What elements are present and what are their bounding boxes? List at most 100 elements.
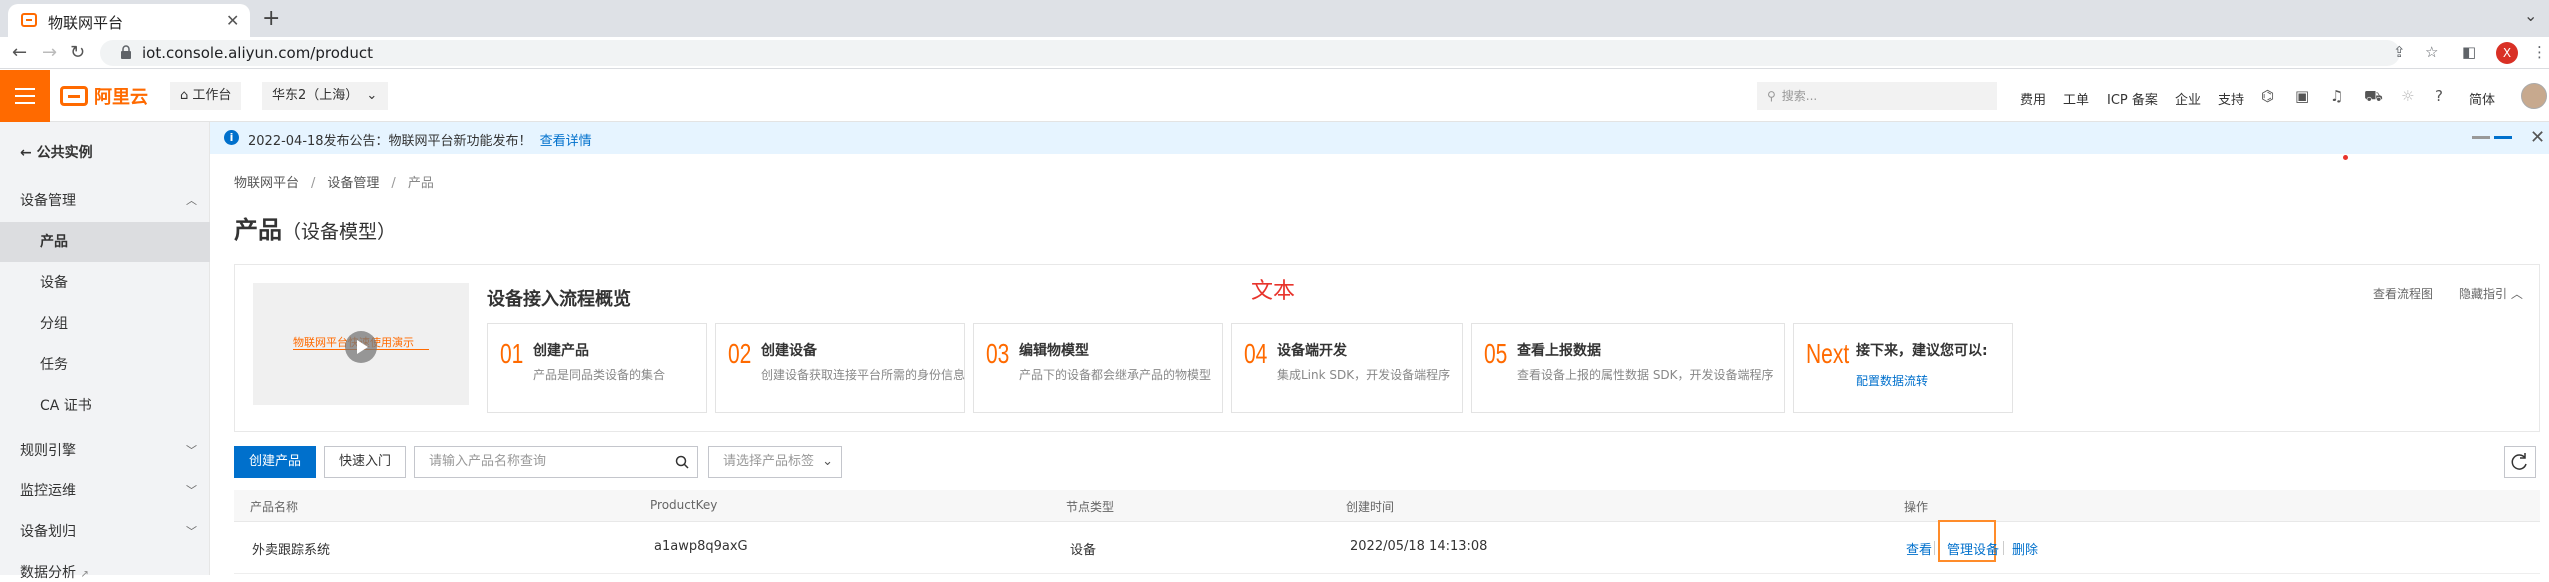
manage-devices-action-link[interactable]: 管理设备 — [1947, 539, 1999, 558]
refresh-icon — [2511, 453, 2527, 470]
chevron-up-icon[interactable]: ︿ — [186, 192, 197, 208]
product-search-input[interactable]: 请输入产品名称查询 — [414, 446, 698, 478]
code-icon[interactable]: ⌬ — [2261, 87, 2274, 105]
sidebar-group-rules[interactable]: 规则引擎 — [20, 440, 76, 460]
announcement-link[interactable]: 查看详情 — [540, 134, 592, 149]
cell-created: 2022/05/18 14:13:08 — [1350, 539, 1488, 554]
sidebar-item-ca-cert[interactable]: CA 证书 — [0, 386, 210, 426]
help-icon[interactable]: ? — [2435, 87, 2443, 105]
lock-icon — [121, 45, 131, 59]
quick-start-button[interactable]: 快速入门 — [324, 446, 406, 478]
browser-tab-bar: 物联网平台 ✕ + ⌄ — [0, 0, 2549, 37]
flow-title: 设备接入流程概览 — [487, 289, 631, 310]
link-icp[interactable]: ICP 备案 — [2107, 89, 2158, 108]
aliyun-logo[interactable]: 阿里云 — [60, 84, 148, 108]
refresh-button[interactable] — [2504, 446, 2536, 478]
demo-video[interactable]: 物联网平台快速使用演示 — [253, 283, 469, 405]
step-view-data[interactable]: 05 查看上报数据 查看设备上报的属性数据 SDK，开发设备端程序 — [1471, 323, 1785, 413]
chevron-down-icon: ⌄ — [822, 454, 833, 469]
breadcrumb-iot[interactable]: 物联网平台 — [234, 176, 299, 191]
access-flow-panel: 物联网平台快速使用演示 设备接入流程概览 文本 查看流程图 隐藏指引 ︿ 01 … — [234, 264, 2540, 432]
sidepanel-icon[interactable]: ◧ — [2462, 43, 2476, 61]
sidebar-item-task[interactable]: 任务 — [0, 345, 210, 385]
workbench-button[interactable]: ⌂ 工作台 — [170, 82, 242, 110]
browser-menu-icon[interactable]: ⋮ — [2532, 43, 2547, 61]
url-text: iot.console.aliyun.com/product — [142, 44, 374, 62]
aliyun-favicon-icon — [21, 13, 37, 27]
cell-product-name: 外卖跟踪系统 — [252, 543, 331, 558]
back-arrow-icon: ← — [20, 145, 32, 161]
config-data-flow-link[interactable]: 配置数据流转 — [1856, 372, 1928, 389]
product-tag-select[interactable]: 请选择产品标签 ⌄ — [708, 446, 842, 478]
browser-tab[interactable]: 物联网平台 ✕ — [8, 4, 250, 37]
cell-product-key: a1awp8q9axG — [654, 539, 748, 554]
banner-next-indicator[interactable] — [2494, 136, 2512, 139]
link-enterprise[interactable]: 企业 — [2175, 89, 2201, 108]
sidebar-group-device-mgmt[interactable]: 设备管理 — [20, 190, 76, 210]
banner-prev-indicator[interactable] — [2472, 136, 2490, 139]
search-icon[interactable] — [675, 455, 689, 469]
col-product-key: ProductKey — [650, 498, 718, 512]
close-icon[interactable]: ✕ — [2530, 127, 2545, 148]
step-create-product[interactable]: 01 创建产品 产品是同品类设备的集合 — [487, 323, 707, 413]
col-created: 创建时间 — [1346, 500, 1395, 514]
sidebar-item-data-analysis[interactable]: 数据分析 ↗ — [20, 562, 89, 582]
chevron-up-icon: ︿ — [2510, 287, 2523, 301]
col-node-type: 节点类型 — [1066, 500, 1115, 514]
terminal-icon[interactable]: ▣ — [2295, 87, 2309, 105]
search-icon: ⚲ — [1767, 89, 1776, 103]
back-public-instance[interactable]: ← 公共实例 — [20, 142, 93, 162]
bookmark-star-icon[interactable]: ☆ — [2425, 43, 2438, 61]
play-icon[interactable] — [345, 331, 377, 363]
link-ticket[interactable]: 工单 — [2063, 89, 2089, 108]
cell-node-type: 设备 — [1070, 543, 1097, 558]
sidebar-item-group[interactable]: 分组 — [0, 304, 210, 344]
lightbulb-icon[interactable]: ☼ — [2401, 87, 2414, 105]
hide-guide-link[interactable]: 隐藏指引 ︿ — [2459, 285, 2523, 302]
profile-avatar[interactable]: X — [2496, 42, 2518, 64]
red-annotation-text: 文本 — [1251, 279, 1296, 304]
notification-dot — [2343, 155, 2348, 160]
region-selector[interactable]: 华东2（上海） ⌄ — [262, 82, 388, 110]
console-topbar: 阿里云 ⌂ 工作台 华东2（上海） ⌄ ⚲ 搜索... 费用 工单 ICP 备案 … — [0, 70, 2549, 160]
sidebar-group-device-division[interactable]: 设备划归 — [20, 521, 76, 541]
page-subtitle: （设备模型） — [282, 221, 397, 243]
create-product-button[interactable]: 创建产品 — [234, 446, 316, 478]
step-create-device[interactable]: 02 创建设备 创建设备获取连接平台所需的身份信息 — [715, 323, 965, 413]
share-icon[interactable]: ⇪ — [2393, 43, 2406, 61]
aliyun-logo-icon — [60, 86, 88, 106]
chevron-down-icon[interactable]: ﹀ — [186, 523, 197, 539]
step-device-dev[interactable]: 04 设备端开发 集成Link SDK，开发设备端程序 — [1231, 323, 1463, 413]
new-tab-icon[interactable]: + — [262, 6, 280, 31]
info-icon: i — [224, 130, 239, 145]
console-search-input[interactable]: ⚲ 搜索... — [1757, 82, 1997, 110]
tab-search-chevron-icon[interactable]: ⌄ — [2524, 6, 2537, 25]
breadcrumb: 物联网平台 / 设备管理 / 产品 — [234, 176, 434, 191]
cart-icon[interactable]: ⛟ — [2364, 87, 2383, 107]
sidebar-group-monitor[interactable]: 监控运维 — [20, 480, 76, 500]
view-flowchart-link[interactable]: 查看流程图 — [2373, 285, 2433, 302]
step-next: Next 接下来，建议您可以: 配置数据流转 — [1793, 323, 2013, 413]
hamburger-menu-icon[interactable] — [0, 70, 50, 122]
bell-icon[interactable]: ♫ — [2330, 87, 2343, 105]
reload-icon[interactable]: ↻ — [70, 42, 85, 63]
tab-title: 物联网平台 — [48, 14, 124, 32]
back-arrow-icon[interactable]: ← — [12, 42, 27, 63]
view-action-link[interactable]: 查看 — [1906, 539, 1932, 558]
user-avatar[interactable] — [2521, 83, 2547, 109]
sidebar-item-product[interactable]: 产品 — [0, 222, 210, 262]
step-edit-thing-model[interactable]: 03 编辑物模型 产品下的设备都会继承产品的物模型 — [973, 323, 1223, 413]
chevron-down-icon[interactable]: ﹀ — [186, 442, 197, 458]
link-billing[interactable]: 费用 — [2020, 89, 2046, 108]
sidebar-item-device[interactable]: 设备 — [0, 263, 210, 303]
breadcrumb-device-mgmt[interactable]: 设备管理 — [327, 176, 379, 191]
table-header: 产品名称 ProductKey 节点类型 创建时间 操作 — [234, 490, 2540, 522]
delete-action-link[interactable]: 删除 — [2012, 539, 2038, 558]
announcement-text: 2022-04-18发布公告：物联网平台新功能发布！ — [248, 134, 532, 149]
link-support[interactable]: 支持 — [2218, 89, 2244, 108]
chevron-down-icon[interactable]: ﹀ — [186, 482, 197, 498]
language-switch[interactable]: 简体 — [2469, 89, 2495, 108]
close-tab-icon[interactable]: ✕ — [226, 11, 239, 30]
forward-arrow-icon[interactable]: → — [42, 42, 57, 63]
address-bar[interactable]: iot.console.aliyun.com/product — [100, 40, 2400, 66]
